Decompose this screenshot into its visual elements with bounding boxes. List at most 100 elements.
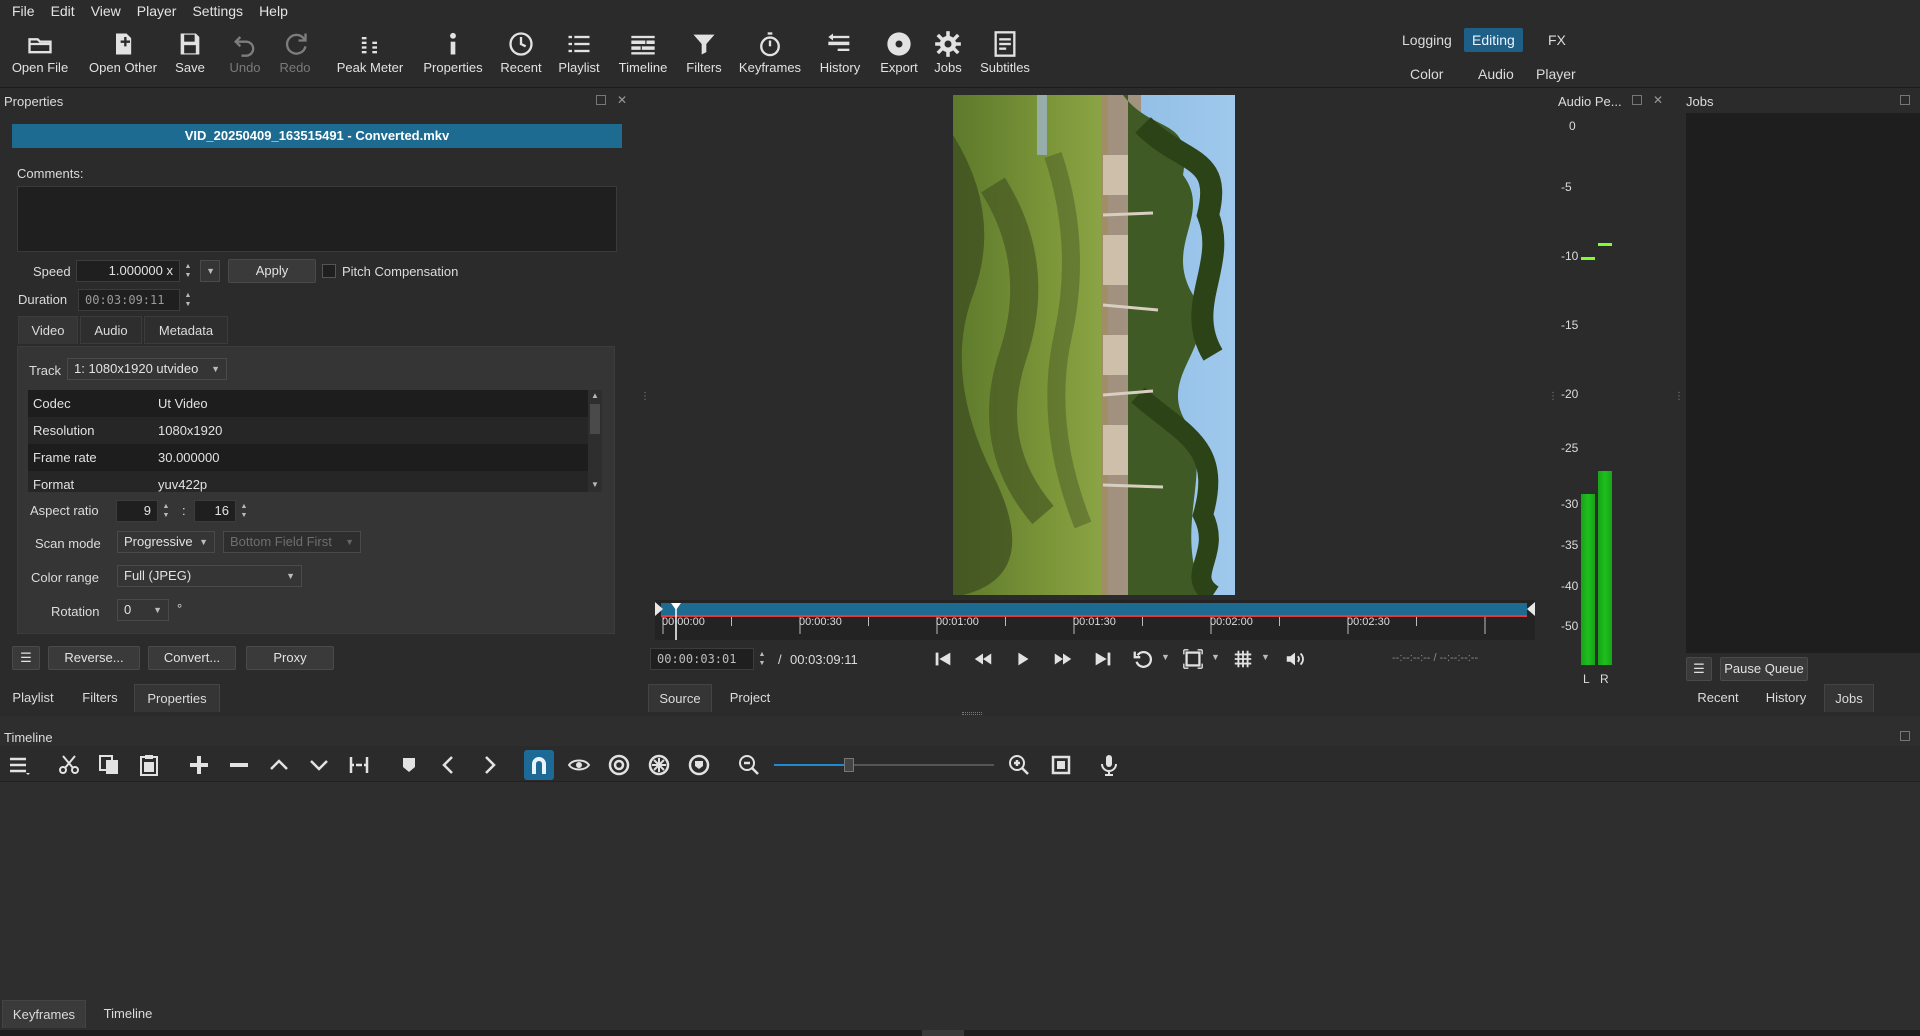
jobs-list[interactable] (1686, 113, 1920, 653)
layout-color-button[interactable]: Color (1402, 62, 1451, 86)
export-button[interactable]: Export (876, 28, 922, 84)
tab-recent[interactable]: Recent (1686, 684, 1750, 712)
menu-settings[interactable]: Settings (184, 3, 251, 19)
zoom-out-button[interactable] (734, 750, 764, 780)
split-button[interactable] (344, 750, 374, 780)
zoom-dropdown-arrow[interactable]: ▼ (1211, 652, 1220, 662)
tab-video[interactable]: Video (18, 316, 78, 344)
properties-close-button[interactable]: ✕ (617, 94, 627, 106)
paste-button[interactable] (134, 750, 164, 780)
zoom-slider[interactable] (774, 758, 994, 772)
ripple-button[interactable] (604, 750, 634, 780)
tab-audio[interactable]: Audio (80, 316, 142, 344)
tab-history[interactable]: History (1754, 684, 1818, 712)
menu-edit[interactable]: Edit (43, 3, 83, 19)
undo-button[interactable]: Undo (224, 28, 266, 84)
snap-button[interactable] (524, 750, 554, 780)
menu-player[interactable]: Player (129, 3, 185, 19)
copy-button[interactable] (94, 750, 124, 780)
loop-button[interactable] (1130, 646, 1156, 672)
timeline-menu-button[interactable] (4, 750, 34, 780)
timeline-button[interactable]: Timeline (614, 28, 672, 84)
menu-help[interactable]: Help (251, 3, 296, 19)
track-dropdown[interactable]: 1: 1080x1920 utvideo ▼ (67, 358, 227, 380)
next-marker-button[interactable] (474, 750, 504, 780)
speed-spinner[interactable]: ▲ ▼ (181, 260, 195, 282)
save-button[interactable]: Save (170, 28, 210, 84)
filters-button[interactable]: Filters (682, 28, 726, 84)
layout-audio-button[interactable]: Audio (1470, 62, 1522, 86)
jobs-menu-button[interactable]: ☰ (1686, 657, 1712, 681)
splitter-handle[interactable] (962, 712, 982, 715)
redo-button[interactable]: Redo (274, 28, 316, 84)
zoom-button[interactable] (1180, 646, 1206, 672)
reverse-button[interactable]: Reverse... (48, 646, 140, 670)
fast-forward-button[interactable] (1050, 646, 1076, 672)
timeline-tracks-area[interactable] (0, 782, 1920, 1000)
position-spinner[interactable]: ▲ ▼ (755, 648, 769, 670)
properties-float-button[interactable] (596, 95, 606, 105)
properties-menu-button[interactable]: ☰ (12, 646, 40, 670)
splitter-handle[interactable]: ⋮ (1548, 392, 1558, 402)
previous-marker-button[interactable] (434, 750, 464, 780)
volume-button[interactable] (1282, 646, 1308, 672)
subtitles-button[interactable]: Subtitles (976, 28, 1034, 84)
loop-dropdown-arrow[interactable]: ▼ (1161, 652, 1170, 662)
field-order-dropdown[interactable]: Bottom Field First ▼ (223, 531, 361, 553)
tab-metadata[interactable]: Metadata (144, 316, 228, 344)
proxy-button[interactable]: Proxy (246, 646, 334, 670)
recent-button[interactable]: Recent (498, 28, 544, 84)
scroll-down-icon[interactable]: ▼ (591, 480, 599, 489)
audio-close-button[interactable]: ✕ (1653, 94, 1663, 106)
marker-button[interactable] (394, 750, 424, 780)
apply-button[interactable]: Apply (228, 259, 316, 283)
jobs-button[interactable]: Jobs (930, 28, 966, 84)
aspect-width-field[interactable]: 9 (116, 500, 158, 522)
layout-player-button[interactable]: Player (1528, 62, 1584, 86)
pause-queue-button[interactable]: Pause Queue (1720, 657, 1808, 681)
playlist-button[interactable]: Playlist (552, 28, 606, 84)
skip-next-button[interactable] (1090, 646, 1116, 672)
comments-field[interactable] (17, 186, 617, 252)
speed-field[interactable]: 1.000000 x (76, 260, 180, 282)
peak-meter-button[interactable]: Peak Meter (334, 28, 406, 84)
menu-file[interactable]: File (4, 3, 43, 19)
zoom-in-button[interactable] (1004, 750, 1034, 780)
scroll-up-icon[interactable]: ▲ (591, 391, 599, 400)
tab-playlist[interactable]: Playlist (2, 684, 64, 712)
zoom-slider-handle[interactable] (843, 758, 854, 772)
record-audio-button[interactable] (1094, 750, 1124, 780)
play-button[interactable] (1010, 646, 1036, 672)
tab-timeline[interactable]: Timeline (92, 1000, 164, 1028)
audio-float-button[interactable] (1632, 95, 1642, 105)
jobs-float-button[interactable] (1900, 95, 1910, 105)
aspect-height-spinner[interactable]: ▲ ▼ (237, 500, 251, 522)
scrollbar-handle[interactable] (590, 404, 600, 434)
pitch-compensation-checkbox[interactable] (322, 264, 336, 278)
layout-editing-button[interactable]: Editing (1464, 28, 1523, 52)
splitter-handle[interactable]: ⋮ (1674, 392, 1684, 402)
tab-jobs[interactable]: Jobs (1824, 684, 1874, 712)
position-timecode-field[interactable]: 00:00:03:01 (650, 648, 754, 670)
scan-mode-dropdown[interactable]: Progressive ▼ (117, 531, 215, 553)
open-file-button[interactable]: Open File (8, 28, 72, 84)
cut-button[interactable] (54, 750, 84, 780)
menu-view[interactable]: View (83, 3, 129, 19)
info-table-scrollbar[interactable]: ▲ ▼ (588, 390, 602, 492)
lift-button[interactable] (264, 750, 294, 780)
splitter-handle[interactable]: ⋮ (640, 392, 650, 402)
grid-button[interactable] (1230, 646, 1256, 672)
rewind-button[interactable] (970, 646, 996, 672)
append-button[interactable] (184, 750, 214, 780)
properties-button[interactable]: Properties (418, 28, 488, 84)
duration-field[interactable]: 00:03:09:11 (78, 289, 180, 311)
speed-preset-dropdown[interactable]: ▼ (200, 260, 220, 282)
history-button[interactable]: History (814, 28, 866, 84)
duration-spinner[interactable]: ▲ ▼ (181, 289, 195, 311)
scrub-while-dragging-button[interactable] (564, 750, 594, 780)
overwrite-button[interactable] (304, 750, 334, 780)
tab-project[interactable]: Project (716, 684, 784, 712)
keyframes-button[interactable]: Keyframes (734, 28, 806, 84)
grid-dropdown-arrow[interactable]: ▼ (1261, 652, 1270, 662)
open-other-button[interactable]: Open Other (84, 28, 162, 84)
